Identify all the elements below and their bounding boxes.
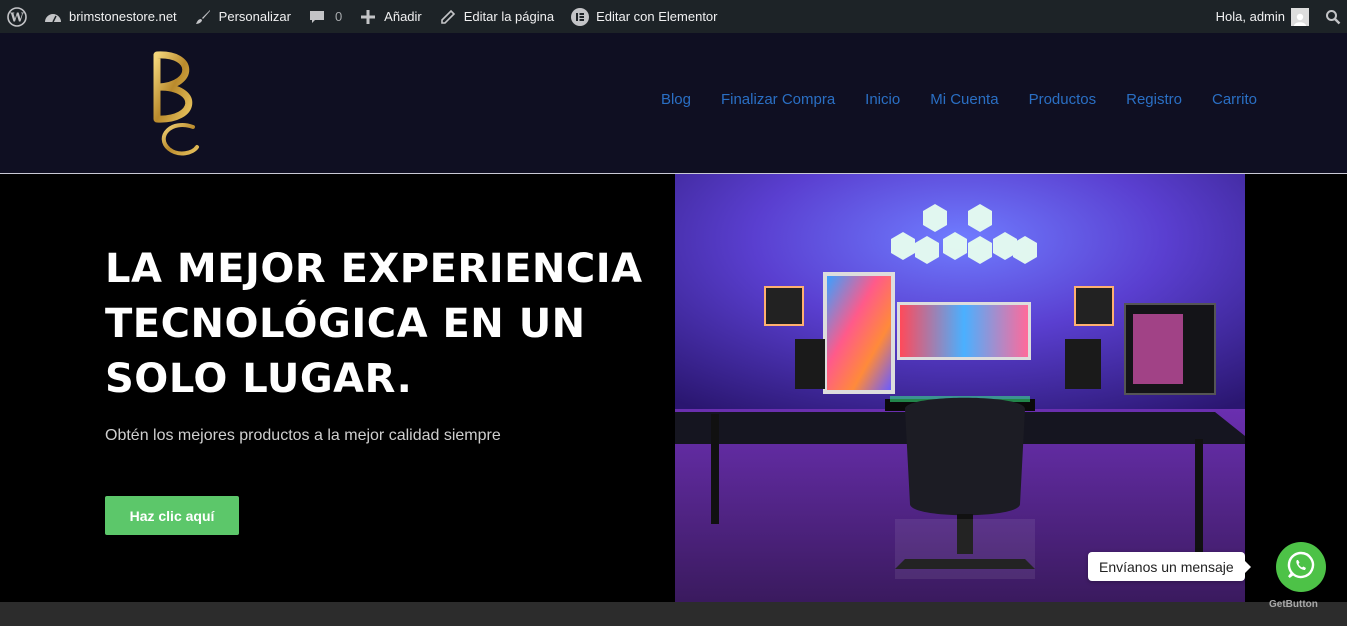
nav-finalizar-compra[interactable]: Finalizar Compra <box>706 91 850 108</box>
nav-registro[interactable]: Registro <box>1111 91 1197 108</box>
nav-productos[interactable]: Productos <box>1014 91 1112 108</box>
page-bottom-strip <box>0 602 1347 626</box>
main-nav: Blog Finalizar Compra Inicio Mi Cuenta P… <box>646 91 1272 108</box>
account-menu[interactable]: Hola, admin <box>1208 0 1317 33</box>
greeting-label: Hola, admin <box>1215 9 1285 24</box>
whatsapp-button[interactable] <box>1276 542 1326 592</box>
plus-icon <box>358 7 378 27</box>
admin-bar: W brimstonestore.net Personalizar 0 Añad… <box>0 0 1347 33</box>
wordpress-logo-icon[interactable]: W <box>0 0 35 33</box>
paintbrush-icon <box>193 7 213 27</box>
nav-mi-cuenta[interactable]: Mi Cuenta <box>915 91 1013 108</box>
gaming-setup-image <box>675 174 1245 602</box>
nav-carrito[interactable]: Carrito <box>1197 91 1272 108</box>
site-header: Blog Finalizar Compra Inicio Mi Cuenta P… <box>0 33 1347 174</box>
comments-count: 0 <box>334 9 343 24</box>
add-new-link[interactable]: Añadir <box>350 0 430 33</box>
whatsapp-message-bubble[interactable]: Envíanos un mensaje <box>1088 552 1251 581</box>
avatar <box>1291 7 1309 26</box>
whatsapp-icon <box>1287 551 1315 584</box>
comments-link[interactable]: 0 <box>299 0 350 33</box>
elementor-icon <box>570 7 590 27</box>
customize-label: Personalizar <box>218 9 291 24</box>
nav-inicio[interactable]: Inicio <box>850 91 915 108</box>
cta-button[interactable]: Haz clic aquí <box>105 496 239 535</box>
pencil-icon <box>438 7 458 27</box>
search-icon[interactable] <box>1317 0 1347 33</box>
edit-page-link[interactable]: Editar la página <box>430 0 562 33</box>
brand-logo[interactable] <box>100 45 250 163</box>
svg-text:W: W <box>9 10 24 24</box>
site-name-label: brimstonestore.net <box>69 9 177 24</box>
getbutton-credit[interactable]: GetButton <box>1269 599 1318 610</box>
customize-link[interactable]: Personalizar <box>185 0 299 33</box>
dashboard-icon <box>43 7 63 27</box>
hero-title-line-1: LA MEJOR EXPERIENCIA <box>105 246 643 292</box>
hero-title: LA MEJOR EXPERIENCIA TECNOLÓGICA EN UN S… <box>105 242 645 407</box>
hero-subtitle: Obtén los mejores productos a la mejor c… <box>105 427 501 444</box>
edit-elementor-label: Editar con Elementor <box>596 9 718 24</box>
edit-page-label: Editar la página <box>463 9 555 24</box>
comment-icon <box>307 7 327 27</box>
site-name-link[interactable]: brimstonestore.net <box>35 0 185 33</box>
nav-blog[interactable]: Blog <box>646 91 706 108</box>
hero-title-line-2: TECNOLÓGICA EN UN <box>105 301 586 347</box>
hero-section: LA MEJOR EXPERIENCIA TECNOLÓGICA EN UN S… <box>0 174 1347 602</box>
hero-title-line-3: SOLO LUGAR. <box>105 356 413 402</box>
add-new-label: Añadir <box>384 9 422 24</box>
edit-elementor-link[interactable]: Editar con Elementor <box>562 0 725 33</box>
